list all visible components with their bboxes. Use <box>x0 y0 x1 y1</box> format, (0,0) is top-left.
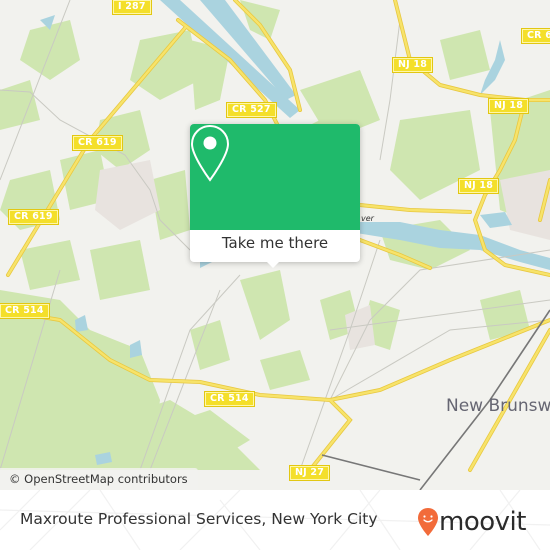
popup-header <box>190 124 360 230</box>
river-label: ver <box>361 214 374 223</box>
road-shield-nj18: NJ 18 <box>391 57 434 73</box>
osm-attribution[interactable]: © OpenStreetMap contributors <box>0 468 198 490</box>
moovit-pin-icon <box>418 508 438 536</box>
road-shield-nj18: NJ 18 <box>487 98 530 114</box>
location-pin-icon <box>190 124 230 182</box>
road-shield-cr619: CR 619 <box>72 135 123 151</box>
road-shield-cr514: CR 514 <box>204 391 255 407</box>
moovit-wordmark: moovit <box>439 507 526 537</box>
road-shield-nj27: NJ 27 <box>288 465 331 481</box>
road-shield-i287: I 287 <box>112 0 152 15</box>
place-title: Maxroute Professional Services, New York… <box>20 510 378 528</box>
popup-tail <box>265 260 281 268</box>
take-me-there-button[interactable]: Take me there <box>190 230 360 262</box>
road-shield-cr6: CR 6 <box>520 28 550 44</box>
map-view[interactable]: I 287 CR 527 CR 619 CR 619 CR 514 CR 514… <box>0 0 550 490</box>
road-shield-cr514: CR 514 <box>0 303 50 319</box>
attribution-text: © OpenStreetMap contributors <box>9 472 188 486</box>
road-shield-nj18: NJ 18 <box>457 178 500 194</box>
road-shield-cr527: CR 527 <box>226 102 277 118</box>
moovit-logo[interactable]: moovit <box>417 505 537 539</box>
location-popup: Take me there <box>190 124 360 268</box>
city-label-new-brunswick: New Brunsw <box>446 396 550 416</box>
road-shield-cr619: CR 619 <box>8 209 59 225</box>
